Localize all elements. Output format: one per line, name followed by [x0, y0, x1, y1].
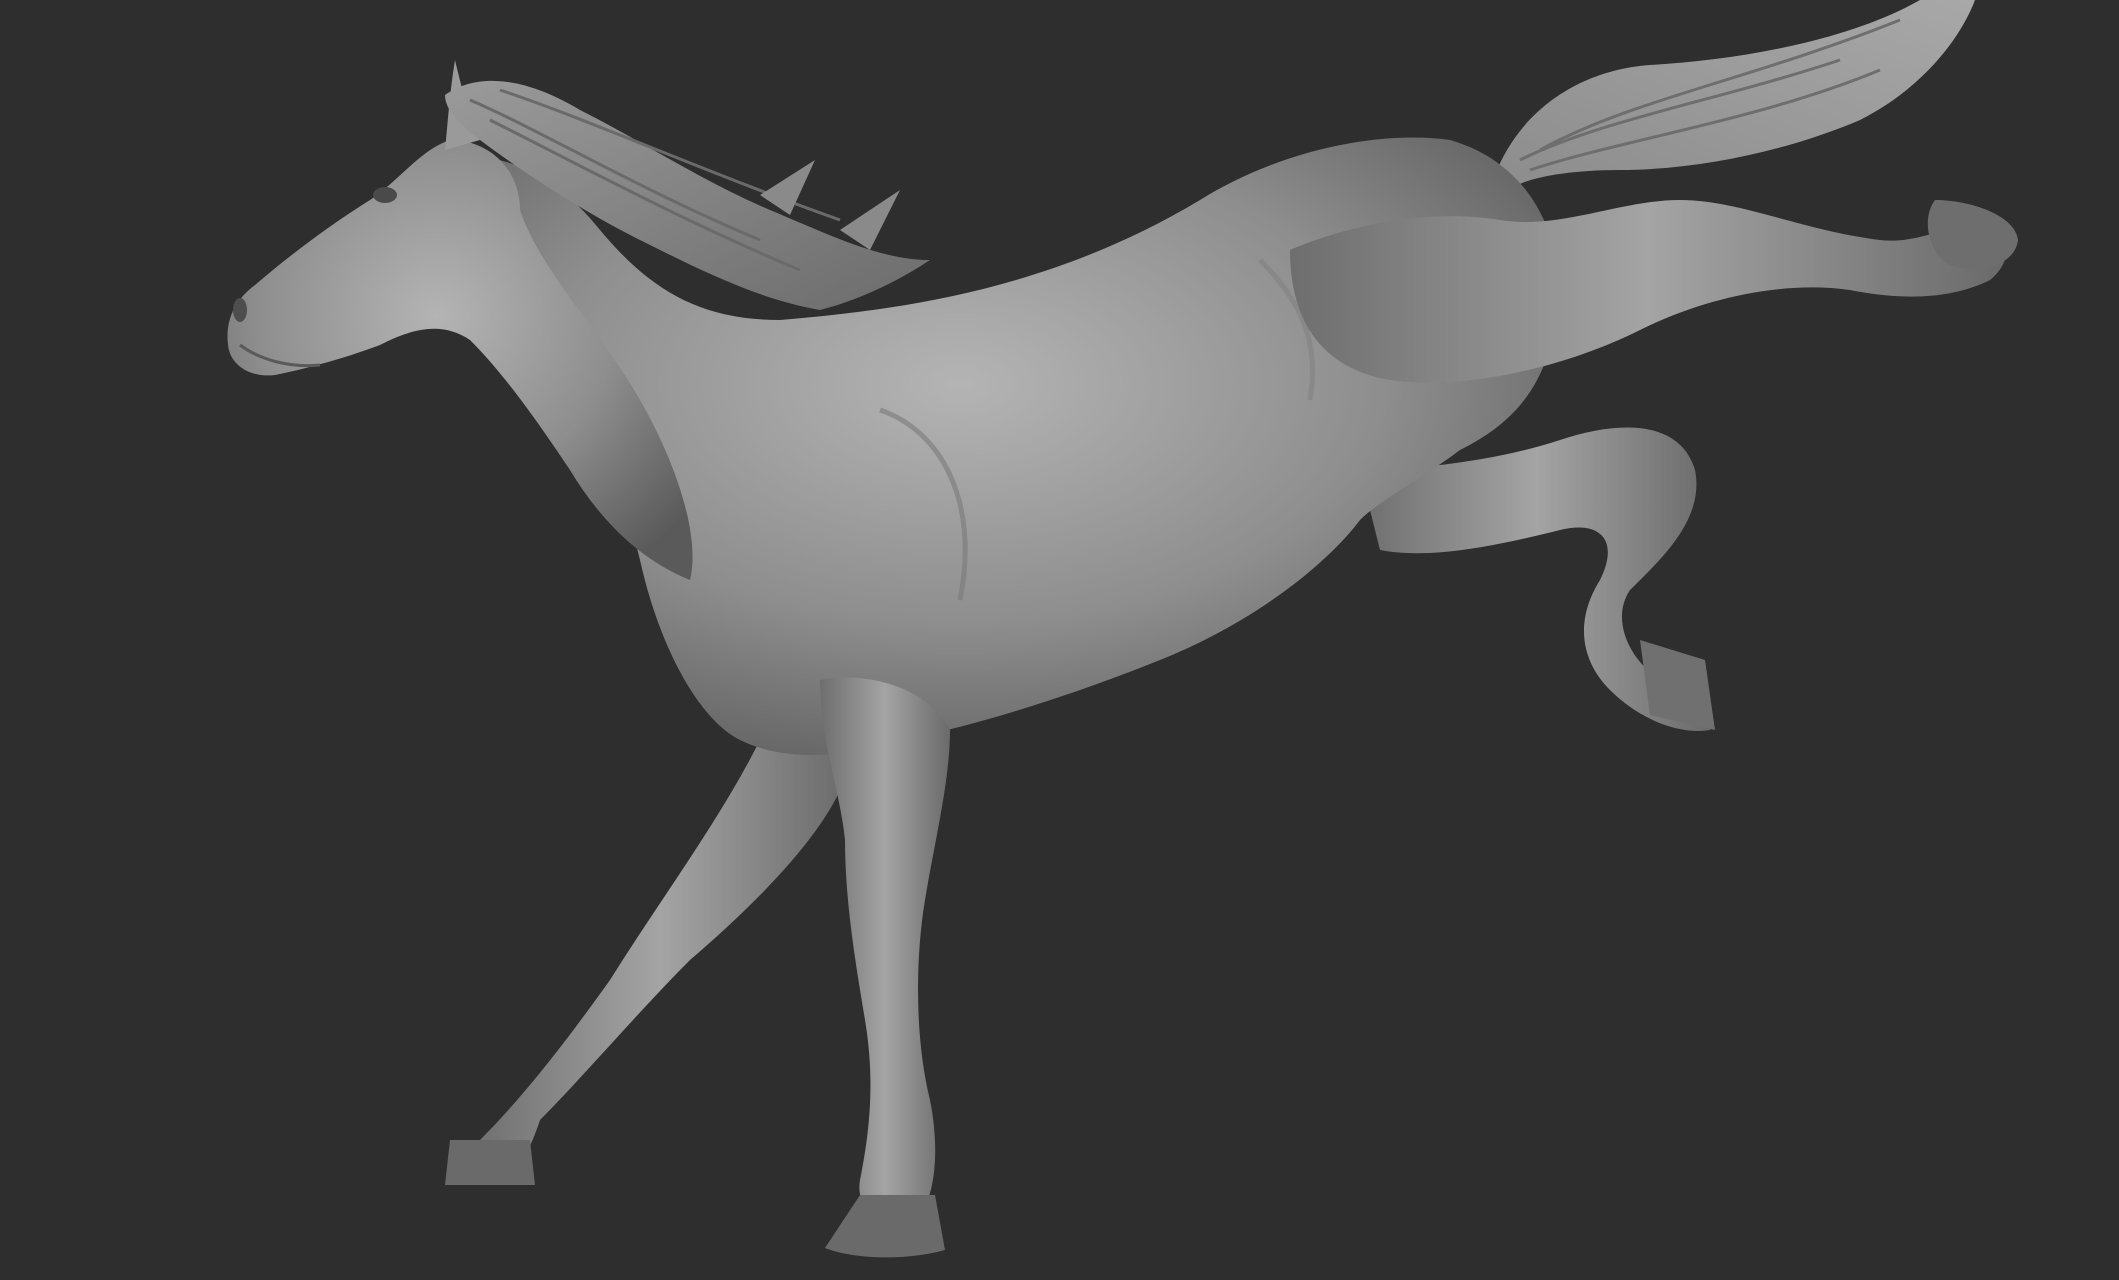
- far-foreleg: [445, 729, 850, 1185]
- tail: [1495, 0, 1975, 190]
- sculpt-viewport[interactable]: [0, 0, 2119, 1280]
- near-hind-leg: [1290, 200, 2018, 383]
- near-foreleg: [820, 677, 950, 1258]
- horse-sculpt: [227, 0, 2018, 1258]
